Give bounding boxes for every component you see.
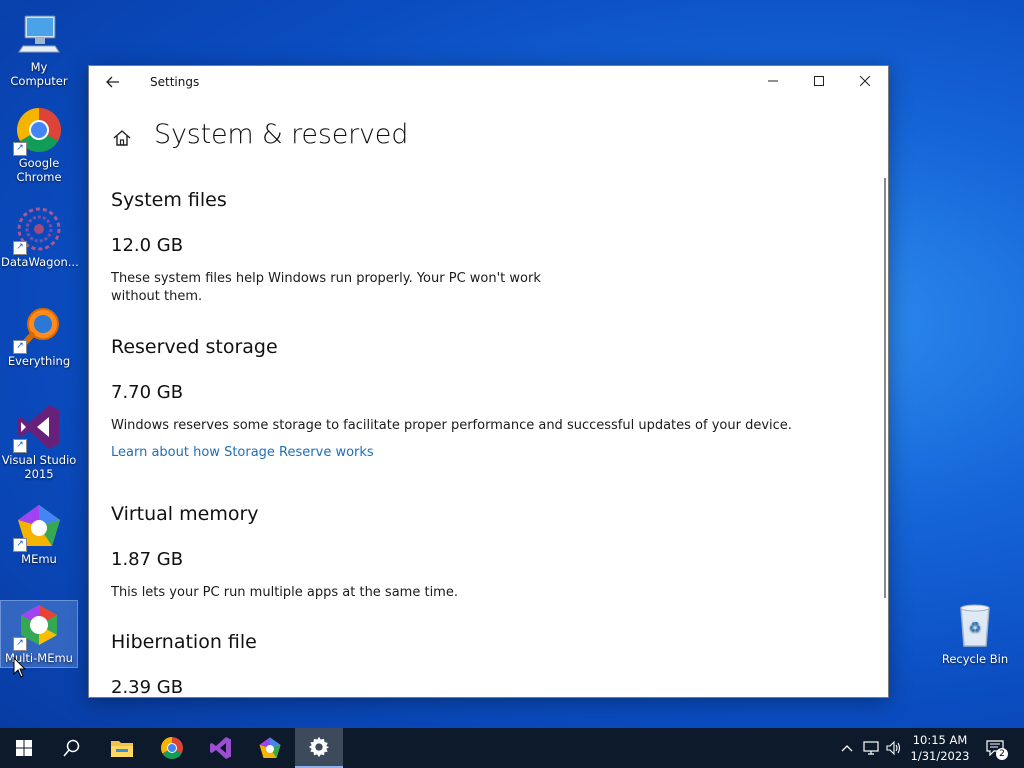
desktop-icon-google-chrome[interactable]: ↗ Google Chrome bbox=[1, 106, 77, 184]
minimize-button[interactable] bbox=[750, 66, 796, 98]
notification-badge: 2 bbox=[996, 748, 1008, 760]
section-system-files: System files 12.0 GB These system files … bbox=[111, 189, 541, 306]
section-description: These system files help Windows run prop… bbox=[111, 271, 541, 304]
back-arrow-icon bbox=[106, 76, 119, 88]
desktop-icon-memu[interactable]: ↗ MEmu bbox=[1, 502, 77, 566]
search-button[interactable] bbox=[48, 728, 96, 768]
section-size: 1.87 GB bbox=[111, 549, 184, 570]
taskbar: 10:15 AM 1/31/2023 2 bbox=[0, 728, 1024, 768]
taskbar-chrome[interactable] bbox=[148, 728, 196, 768]
section-heading: Virtual memory bbox=[111, 503, 259, 525]
chrome-icon: ↗ bbox=[13, 106, 63, 156]
section-size: 12.0 GB bbox=[111, 235, 184, 256]
recycle-bin-icon: ♻ bbox=[951, 602, 999, 650]
memu-icon: ↗ bbox=[13, 502, 63, 552]
maximize-icon bbox=[814, 76, 824, 86]
chrome-icon bbox=[161, 737, 183, 759]
gear-icon bbox=[308, 736, 330, 758]
section-size: 2.39 GB bbox=[111, 677, 184, 698]
section-reserved-storage: Reserved storage 7.70 GB Windows reserve… bbox=[111, 336, 792, 460]
taskbar-file-explorer[interactable] bbox=[98, 728, 146, 768]
datawagon-icon: ↗ bbox=[13, 205, 63, 255]
speaker-icon bbox=[886, 741, 901, 755]
mouse-cursor-icon bbox=[13, 657, 27, 678]
desktop-icon-label: Everything bbox=[7, 354, 71, 368]
action-center-button[interactable]: 2 bbox=[980, 728, 1010, 768]
desktop-icon-label: Visual Studio 2015 bbox=[1, 453, 77, 481]
search-icon bbox=[63, 739, 80, 757]
minimize-icon bbox=[768, 80, 778, 82]
scrollbar[interactable] bbox=[884, 178, 886, 598]
storage-reserve-link[interactable]: Learn about how Storage Reserve works bbox=[111, 445, 792, 460]
section-virtual-memory: Virtual memory 1.87 GB This lets your PC… bbox=[111, 503, 458, 602]
desktop-icon-label: MEmu bbox=[21, 552, 57, 566]
multi-memu-icon: ↗ bbox=[13, 601, 63, 651]
desktop-icon-datawagon[interactable]: ↗ DataWagon... bbox=[1, 205, 79, 269]
shortcut-arrow-icon: ↗ bbox=[13, 538, 27, 552]
windows-logo-icon bbox=[16, 740, 32, 756]
computer-icon bbox=[15, 10, 63, 58]
clock-time: 10:15 AM bbox=[912, 733, 968, 747]
desktop-icon-recycle-bin[interactable]: ♻ Recycle Bin bbox=[937, 602, 1013, 666]
close-button[interactable] bbox=[842, 66, 888, 98]
shortcut-arrow-icon: ↗ bbox=[13, 637, 27, 651]
taskbar-visual-studio[interactable] bbox=[197, 728, 245, 768]
chevron-up-icon bbox=[841, 745, 853, 752]
section-hibernation-file: Hibernation file 2.39 GB bbox=[111, 631, 257, 698]
section-description: This lets your PC run multiple apps at t… bbox=[111, 585, 458, 600]
maximize-button[interactable] bbox=[796, 66, 842, 98]
desktop-icon-label: DataWagon... bbox=[1, 255, 79, 269]
clock-date: 1/31/2023 bbox=[910, 749, 970, 763]
back-button[interactable] bbox=[103, 72, 123, 92]
desktop-icon-label: Recycle Bin bbox=[941, 652, 1009, 666]
visual-studio-icon: ↗ bbox=[13, 403, 63, 453]
section-description: Windows reserves some storage to facilit… bbox=[111, 418, 792, 433]
start-button[interactable] bbox=[0, 728, 48, 768]
close-icon bbox=[859, 75, 871, 87]
folder-icon bbox=[111, 741, 133, 757]
magnifier-icon: ↗ bbox=[13, 304, 63, 354]
section-heading: System files bbox=[111, 189, 227, 211]
taskbar-memu[interactable] bbox=[246, 728, 294, 768]
desktop-icon-my-computer[interactable]: My Computer bbox=[1, 10, 77, 88]
section-heading: Hibernation file bbox=[111, 631, 257, 653]
desktop-icon-visual-studio[interactable]: ↗ Visual Studio 2015 bbox=[1, 403, 77, 481]
home-icon[interactable] bbox=[112, 128, 132, 148]
settings-window: Settings System & reserved System files … bbox=[88, 65, 889, 698]
section-heading: Reserved storage bbox=[111, 336, 278, 358]
visual-studio-icon bbox=[210, 737, 231, 759]
taskbar-clock[interactable]: 10:15 AM 1/31/2023 bbox=[905, 732, 975, 764]
network-icon bbox=[863, 741, 879, 755]
desktop-icon-everything[interactable]: ↗ Everything bbox=[1, 304, 77, 368]
memu-icon bbox=[259, 737, 281, 758]
show-hidden-icons-button[interactable] bbox=[838, 728, 856, 768]
shortcut-arrow-icon: ↗ bbox=[13, 241, 27, 255]
volume-button[interactable] bbox=[884, 728, 904, 768]
shortcut-arrow-icon: ↗ bbox=[13, 340, 27, 354]
desktop-icon-label: Google Chrome bbox=[16, 156, 62, 184]
svg-text:♻: ♻ bbox=[969, 620, 982, 636]
window-title: Settings bbox=[150, 75, 200, 89]
desktop-icon-label: My Computer bbox=[10, 60, 68, 88]
shortcut-arrow-icon: ↗ bbox=[13, 142, 27, 156]
title-bar: Settings bbox=[89, 66, 888, 98]
section-size: 7.70 GB bbox=[111, 382, 184, 403]
taskbar-settings[interactable] bbox=[295, 728, 343, 768]
page-title: System & reserved bbox=[154, 119, 409, 150]
network-button[interactable] bbox=[861, 728, 881, 768]
shortcut-arrow-icon: ↗ bbox=[13, 439, 27, 453]
